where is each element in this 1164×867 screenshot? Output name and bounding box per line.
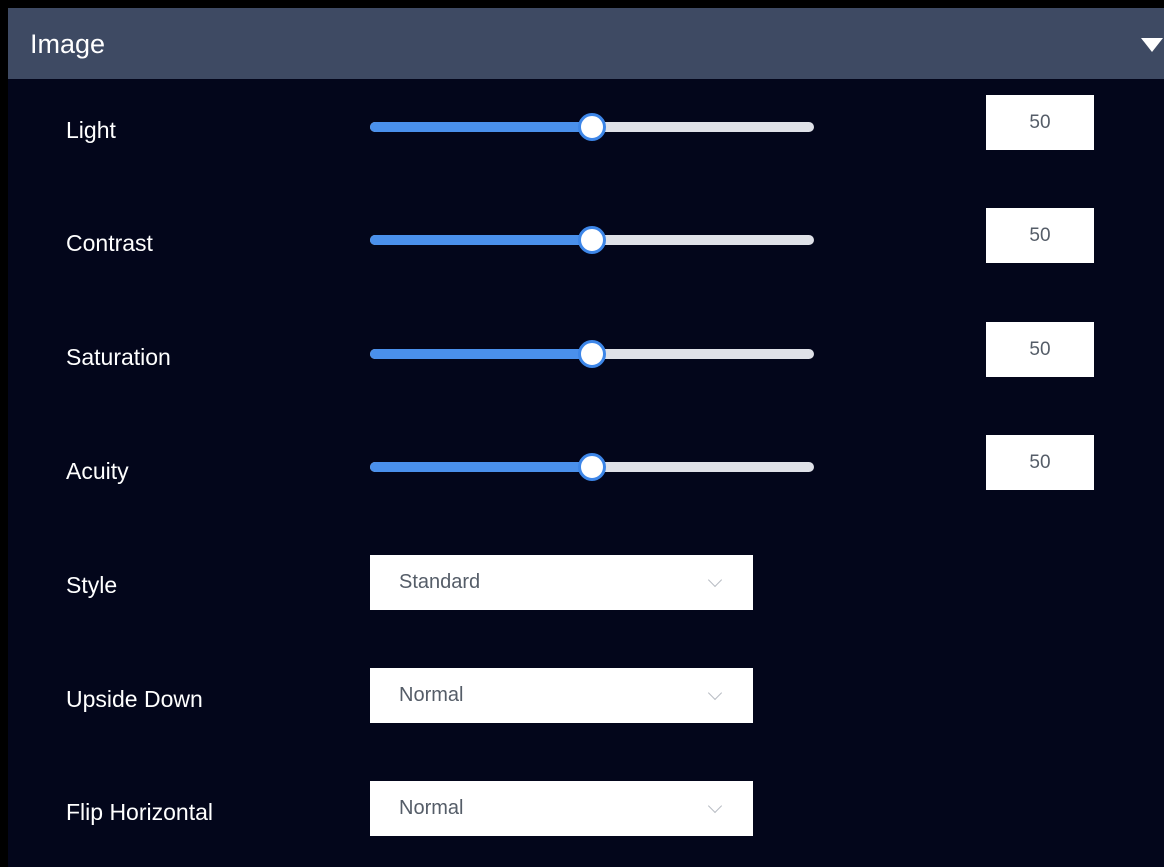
slider-handle[interactable] [578,340,606,368]
slider-handle[interactable] [578,226,606,254]
flip-horizontal-label: Flip Horizontal [66,799,213,825]
upside-down-select-value: Normal [399,684,464,706]
saturation-value-input[interactable]: 50 [986,322,1094,377]
chevron-down-icon [707,798,723,814]
contrast-value-input[interactable]: 50 [986,208,1094,263]
image-settings-panel: Image Light 50 Contrast 50 Saturation 50… [8,8,1164,867]
saturation-label: Saturation [66,344,171,370]
slider-handle[interactable] [578,453,606,481]
triangle-down-icon[interactable] [1141,38,1163,52]
style-select[interactable]: Standard [370,555,753,610]
panel-header[interactable]: Image [8,8,1164,79]
acuity-value-input[interactable]: 50 [986,435,1094,490]
chevron-down-icon [707,572,723,588]
flip-horizontal-select[interactable]: Normal [370,781,753,836]
slider-handle[interactable] [578,113,606,141]
style-select-value: Standard [399,571,481,593]
contrast-label: Contrast [66,230,153,256]
saturation-slider[interactable] [370,339,814,369]
slider-fill [370,122,592,132]
slider-fill [370,462,592,472]
acuity-label: Acuity [66,458,129,484]
chevron-down-icon [707,685,723,701]
style-label: Style [66,572,118,598]
upside-down-label: Upside Down [66,686,203,712]
panel-title: Image [30,29,106,59]
contrast-slider[interactable] [370,225,814,255]
upside-down-select[interactable]: Normal [370,668,753,723]
light-label: Light [66,117,116,143]
light-value-input[interactable]: 50 [986,95,1094,150]
flip-horizontal-select-value: Normal [399,797,464,819]
light-slider[interactable] [370,112,814,142]
acuity-slider[interactable] [370,452,814,482]
slider-fill [370,235,592,245]
slider-fill [370,349,592,359]
